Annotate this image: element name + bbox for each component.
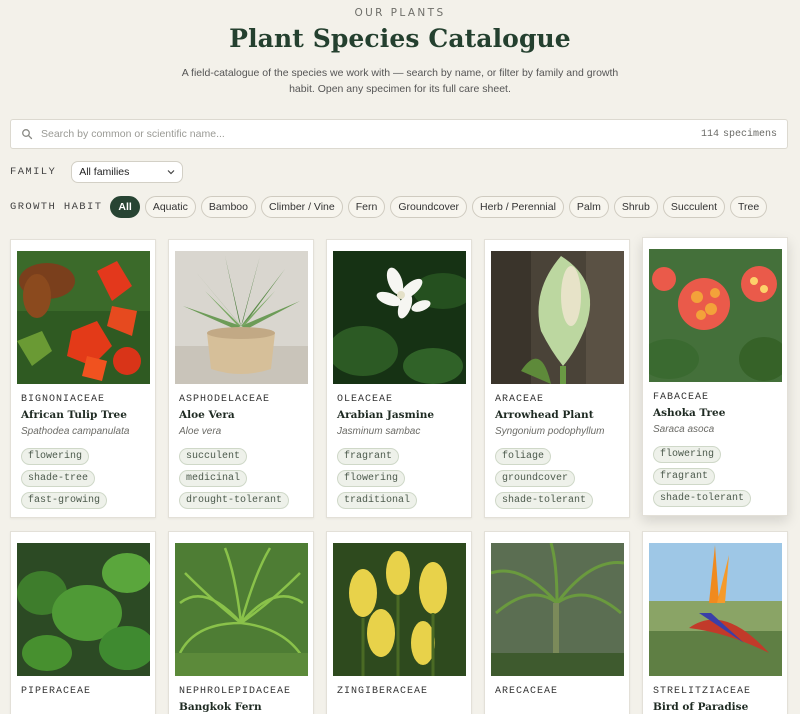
specimen-card[interactable]: OLEACEAE Arabian Jasmine Jasminum sambac…: [326, 239, 472, 518]
specimen-tag: fast-growing: [21, 492, 108, 509]
specimen-card[interactable]: FABACEAE Ashoka Tree Saraca asoca flower…: [642, 237, 788, 516]
specimen-photo: [491, 543, 624, 676]
family-select-value: All families: [79, 166, 130, 178]
habit-chip-aquatic[interactable]: Aquatic: [144, 196, 196, 218]
page-eyebrow: OUR PLANTS: [354, 7, 446, 19]
page-title: Plant Species Catalogue: [229, 24, 571, 53]
specimen-card[interactable]: ASPHODELACEAE Aloe Vera Aloe vera succul…: [168, 239, 314, 518]
specimen-tags: flowering fragrant shade-tolerant: [653, 443, 752, 509]
specimen-tags: flowering shade-tree fast-growing: [21, 445, 108, 511]
specimen-family: ARECACEAE: [495, 686, 559, 697]
specimen-family: FABACEAE: [653, 392, 710, 403]
growth-habit-filter: GROWTH HABIT All Aquatic Bamboo Climber / V…: [10, 196, 772, 218]
habit-chip-fern[interactable]: Fern: [347, 196, 386, 218]
family-filter: FAMILY All families: [10, 161, 184, 183]
specimen-family: ZINGIBERACEAE: [337, 686, 429, 697]
search-input[interactable]: [41, 128, 697, 140]
specimen-photo: [649, 543, 782, 676]
growth-habit-label: GROWTH HABIT: [10, 201, 103, 213]
specimen-card[interactable]: STRELITZIACEAE Bird of Paradise: [642, 531, 788, 714]
specimen-tag: groundcover: [495, 470, 576, 487]
habit-chip-herb-perennial[interactable]: Herb / Perennial: [472, 196, 564, 218]
specimen-card[interactable]: ARECACEAE: [484, 531, 630, 714]
specimen-family: OLEACEAE: [337, 394, 394, 405]
specimen-name: Arabian Jasmine: [337, 409, 435, 421]
specimen-tag: flowering: [21, 448, 90, 465]
specimen-count-label: specimens: [722, 128, 777, 140]
specimen-photo: [17, 251, 150, 384]
specimen-photo: [175, 543, 308, 676]
specimen-tag: flowering: [653, 446, 722, 463]
chevron-down-icon: [167, 170, 175, 175]
specimen-card[interactable]: PIPERACEAE: [10, 531, 156, 714]
family-select[interactable]: All families: [71, 161, 184, 183]
family-filter-label: FAMILY: [10, 166, 57, 178]
habit-chip-palm[interactable]: Palm: [568, 196, 609, 218]
specimen-name: African Tulip Tree: [21, 409, 127, 421]
specimen-tag: flowering: [337, 470, 406, 487]
specimen-scientific-name: Spathodea campanulata: [21, 426, 130, 437]
specimen-tag: fragrant: [653, 468, 716, 485]
specimen-card[interactable]: ZINGIBERACEAE: [326, 531, 472, 714]
specimen-photo: [491, 251, 624, 384]
specimen-photo: [17, 543, 150, 676]
habit-chip-shrub[interactable]: Shrub: [613, 196, 658, 218]
specimen-scientific-name: Syngonium podophyllum: [495, 426, 605, 437]
specimen-tags: succulent medicinal drought-tolerant: [179, 445, 290, 511]
specimen-photo: [175, 251, 308, 384]
specimen-tag: medicinal: [179, 470, 248, 487]
specimen-scientific-name: Jasminum sambac: [337, 426, 421, 437]
habit-chip-all[interactable]: All: [110, 196, 140, 218]
specimen-scientific-name: Saraca asoca: [653, 424, 715, 435]
habit-chip-succulent[interactable]: Succulent: [662, 196, 725, 218]
specimen-family: NEPHROLEPIDACEAE: [179, 686, 292, 697]
specimen-family: STRELITZIACEAE: [653, 686, 752, 697]
specimen-tag: traditional: [337, 492, 418, 509]
specimen-name: Bangkok Fern: [179, 701, 262, 713]
specimen-family: BIGNONIACEAE: [21, 394, 106, 405]
specimen-card[interactable]: BIGNONIACEAE African Tulip Tree Spathode…: [10, 239, 156, 518]
habit-chip-bamboo[interactable]: Bamboo: [200, 196, 256, 218]
specimen-family: PIPERACEAE: [21, 686, 92, 697]
specimen-count-number: 114: [700, 128, 719, 140]
specimen-name: Ashoka Tree: [653, 407, 726, 419]
specimen-tag: fragrant: [337, 448, 400, 465]
specimen-tag: shade-tolerant: [653, 490, 752, 507]
specimen-count: 114 specimens: [697, 129, 777, 140]
specimen-tag: shade-tree: [21, 470, 96, 487]
specimen-card[interactable]: NEPHROLEPIDACEAE Bangkok Fern: [168, 531, 314, 714]
specimen-name: Arrowhead Plant: [495, 409, 594, 421]
specimen-tags: fragrant flowering traditional: [337, 445, 418, 511]
specimen-name: Bird of Paradise: [653, 701, 749, 713]
growth-habit-chips: All Aquatic Bamboo Climber / Vine Fern Ground…: [110, 196, 772, 218]
habit-chip-tree[interactable]: Tree: [730, 196, 768, 218]
specimen-tags: foliage groundcover shade-tolerant: [495, 445, 594, 511]
specimen-family: ASPHODELACEAE: [179, 394, 271, 405]
specimen-tag: foliage: [495, 448, 552, 465]
specimen-photo: [333, 543, 466, 676]
specimen-tag: succulent: [179, 448, 248, 465]
specimen-photo: [333, 251, 466, 384]
specimen-name: Aloe Vera: [179, 409, 235, 421]
specimen-photo: [649, 249, 782, 382]
page-header: OUR PLANTS Plant Species Catalogue A fie…: [0, 0, 800, 97]
specimen-family: ARACEAE: [495, 394, 545, 405]
search-bar[interactable]: 114specimens: [10, 119, 788, 149]
habit-chip-groundcover[interactable]: Groundcover: [390, 196, 468, 218]
specimen-tag: shade-tolerant: [495, 492, 594, 509]
specimen-scientific-name: Aloe vera: [179, 426, 222, 437]
page-subtitle: A field-catalogue of the species we work…: [181, 67, 619, 95]
specimen-tag: drought-tolerant: [179, 492, 290, 509]
habit-chip-climber-vine[interactable]: Climber / Vine: [260, 196, 343, 218]
specimen-card[interactable]: ARACEAE Arrowhead Plant Syngonium podoph…: [484, 239, 630, 518]
search-icon: [22, 129, 33, 140]
